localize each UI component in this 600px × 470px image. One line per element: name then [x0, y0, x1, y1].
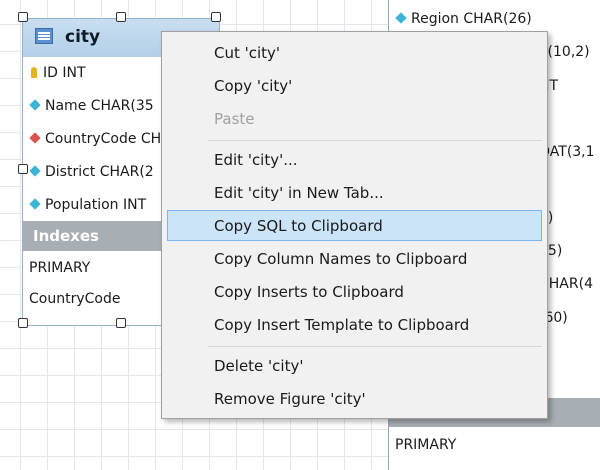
- resize-handle-bottom-center[interactable]: [116, 318, 126, 328]
- column-label: District CHAR(2: [45, 164, 154, 180]
- menu-item-label: Paste: [214, 110, 255, 128]
- menu-item-copy-sql[interactable]: Copy SQL to Clipboard: [167, 210, 542, 241]
- index-countrycode[interactable]: CountryCode: [29, 290, 120, 308]
- column-diamond-icon: [29, 99, 41, 111]
- menu-item-label: Remove Figure 'city': [214, 390, 366, 408]
- resize-handle-bottom-left[interactable]: [18, 318, 28, 328]
- city-column-population[interactable]: Population INT: [29, 196, 147, 214]
- menu-item-label: Copy Column Names to Clipboard: [214, 250, 468, 268]
- menu-item-label: Cut 'city': [214, 44, 281, 62]
- column-label: Region CHAR(26): [411, 11, 532, 27]
- resize-handle-middle-left[interactable]: [18, 164, 28, 174]
- menu-item-remove-figure[interactable]: Remove Figure 'city': [167, 383, 542, 414]
- menu-separator: [208, 140, 542, 141]
- column-label: Name CHAR(35: [45, 98, 154, 114]
- menu-item-copy-column-names[interactable]: Copy Column Names to Clipboard: [167, 243, 542, 274]
- menu-item-label: Edit 'city'...: [214, 151, 298, 169]
- menu-item-label: Edit 'city' in New Tab...: [214, 184, 384, 202]
- city-column-countrycode[interactable]: CountryCode CH: [29, 130, 162, 148]
- menu-item-paste[interactable]: Paste: [167, 103, 542, 134]
- resize-handle-top-right[interactable]: [211, 12, 221, 22]
- foreign-key-diamond-icon: [29, 132, 41, 144]
- table-icon: [35, 28, 53, 44]
- menu-item-copy-inserts[interactable]: Copy Inserts to Clipboard: [167, 276, 542, 307]
- city-column-district[interactable]: District CHAR(2: [29, 163, 154, 181]
- column-label: ID INT: [43, 65, 86, 81]
- index-primary[interactable]: PRIMARY: [29, 259, 90, 277]
- column-label: Population INT: [45, 197, 147, 213]
- menu-item-delete[interactable]: Delete 'city': [167, 350, 542, 381]
- resize-handle-top-left[interactable]: [18, 12, 28, 22]
- menu-separator: [208, 346, 542, 347]
- city-column-id[interactable]: ID INT: [31, 64, 86, 82]
- city-table-title: city: [65, 27, 101, 47]
- menu-item-label: Copy Inserts to Clipboard: [214, 283, 404, 301]
- resize-handle-top-center[interactable]: [116, 12, 126, 22]
- menu-item-label: Copy SQL to Clipboard: [214, 217, 383, 235]
- menu-item-copy-insert-template[interactable]: Copy Insert Template to Clipboard: [167, 309, 542, 340]
- column-diamond-icon: [29, 198, 41, 210]
- menu-item-edit[interactable]: Edit 'city'...: [167, 144, 542, 175]
- column-diamond-icon: [395, 12, 407, 24]
- menu-item-cut[interactable]: Cut 'city': [167, 37, 542, 68]
- country-column-region[interactable]: Region CHAR(26): [395, 10, 532, 28]
- primary-key-icon: [31, 67, 37, 78]
- city-column-name[interactable]: Name CHAR(35: [29, 97, 154, 115]
- country-index-primary[interactable]: PRIMARY: [395, 437, 456, 453]
- indexes-label: Indexes: [33, 227, 99, 245]
- menu-item-edit-new-tab[interactable]: Edit 'city' in New Tab...: [167, 177, 542, 208]
- column-diamond-icon: [29, 165, 41, 177]
- diagram-canvas[interactable]: Region CHAR(26) T(10,2) NT OAT(3,1 2) 45…: [0, 0, 600, 470]
- menu-item-copy[interactable]: Copy 'city': [167, 70, 542, 101]
- menu-item-label: Copy Insert Template to Clipboard: [214, 316, 470, 334]
- column-label: CountryCode CH: [45, 131, 162, 147]
- menu-item-label: Copy 'city': [214, 77, 293, 95]
- menu-item-label: Delete 'city': [214, 357, 304, 375]
- context-menu: Cut 'city' Copy 'city' Paste Edit 'city'…: [161, 31, 548, 419]
